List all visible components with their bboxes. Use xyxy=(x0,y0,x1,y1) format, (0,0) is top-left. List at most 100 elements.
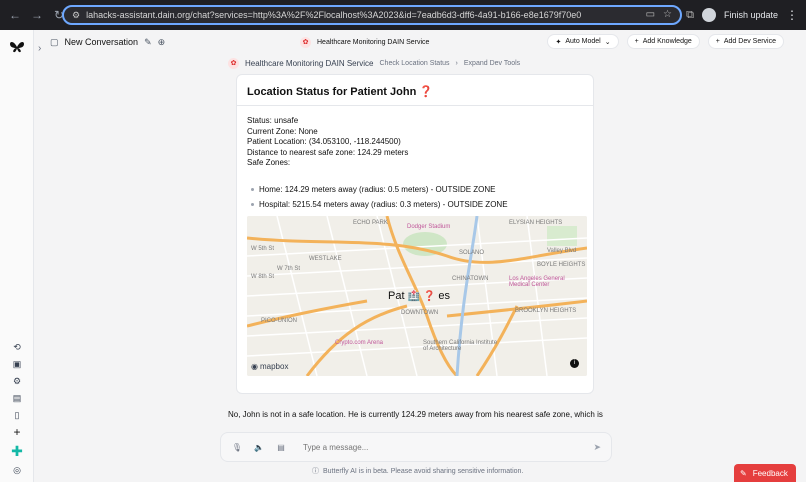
expand-dev-tools[interactable]: Expand Dev Tools xyxy=(464,60,520,67)
mapbox-logo[interactable]: ◉ mapbox xyxy=(251,362,288,371)
map-label: Valley Blvd xyxy=(547,248,577,254)
chevron-down-icon: ⌄ xyxy=(604,38,611,46)
back-icon[interactable]: ← xyxy=(6,6,24,24)
conversation-title-group: ▢ New Conversation ✎ ⊕ xyxy=(50,37,165,48)
plus-icon: + xyxy=(715,38,720,45)
map-label: SOLANO xyxy=(459,250,485,256)
chevron-right-icon[interactable]: › xyxy=(38,43,41,54)
plus-icon[interactable]: + xyxy=(12,426,22,438)
map-label: Los Angeles General Medical Center xyxy=(509,276,565,288)
map-label: CHINATOWN xyxy=(452,276,489,282)
map-label: BROOKLYN HEIGHTS xyxy=(515,308,577,314)
finish-update-label: Finish update xyxy=(723,10,778,20)
profile-avatar[interactable] xyxy=(701,8,716,22)
map-label: Dodger Stadium xyxy=(407,224,451,230)
location-map[interactable]: ECHO PARK Dodger Stadium SOLANO CHINATOW… xyxy=(247,216,587,376)
bullet-icon xyxy=(251,203,254,206)
map-label: W 5th St xyxy=(251,246,275,252)
patient-location-line: Patient Location: (34.053100, -118.24450… xyxy=(247,137,401,146)
add-knowledge-button[interactable]: + Add Knowledge xyxy=(626,34,700,49)
model-label: Auto Model xyxy=(565,38,601,45)
feedback-label: Feedback xyxy=(752,468,788,478)
add-dev-service-label: Add Dev Service xyxy=(723,38,776,45)
list-item: Hospital: 5215.54 meters away (radius: 0… xyxy=(251,200,508,209)
map-label: PICO-UNION xyxy=(261,318,297,324)
globe-icon[interactable]: ◎ xyxy=(12,465,22,475)
brand-cross-icon[interactable]: ✚ xyxy=(10,444,24,458)
status-details: Status: unsafe Current Zone: None Patien… xyxy=(247,116,408,169)
map-label: WESTLAKE xyxy=(309,256,342,262)
browser-toolbar: ← → ↻ ⚙ lahacks-assistant.dain.org/chat?… xyxy=(0,0,806,30)
chat-icon: ▢ xyxy=(50,36,59,47)
hospital-icon: 🏥 xyxy=(407,290,420,302)
marker-text: Pat xyxy=(388,290,405,302)
map-label: ECHO PARK xyxy=(353,220,388,226)
map-label: W 7th St xyxy=(277,266,301,272)
attach-file-icon[interactable]: ▤ xyxy=(275,441,287,453)
feedback-button[interactable]: ✎ Feedback xyxy=(734,464,796,482)
divider xyxy=(237,105,593,106)
mic-off-icon[interactable]: 🎙 xyxy=(231,441,243,453)
folder-icon[interactable]: ▣ xyxy=(12,359,22,369)
distance-line: Distance to nearest safe zone: 124.29 me… xyxy=(247,147,409,157)
zone-home: Home: 124.29 meters away (radius: 0.5 me… xyxy=(259,185,496,194)
extensions-icon[interactable]: ⧉ xyxy=(686,9,694,22)
map-label: Southern California Institute of Archite… xyxy=(423,340,498,352)
finish-update-button[interactable]: Finish update xyxy=(724,10,778,20)
mapbox-logo-icon: ◉ xyxy=(251,362,258,371)
status-line: Status: unsafe xyxy=(247,116,299,125)
star-icon[interactable]: ☆ xyxy=(663,9,672,20)
map-label: DOWNTOWN xyxy=(401,310,439,316)
history-icon[interactable]: ⟲ xyxy=(12,342,22,352)
site-info-icon[interactable]: ⚙ xyxy=(72,10,80,21)
top-header: ▢ New Conversation ✎ ⊕ ✿ Healthcare Moni… xyxy=(44,30,806,54)
beta-notice-text: Butterfly AI is in beta. Please avoid sh… xyxy=(323,467,524,475)
breadcrumb-step-check: Check Location Status xyxy=(379,60,450,67)
beta-notice: ⓘ Butterfly AI is in beta. Please avoid … xyxy=(312,466,523,476)
forward-icon[interactable]: → xyxy=(28,6,46,24)
url-text[interactable]: lahacks-assistant.dain.org/chat?services… xyxy=(86,10,581,20)
model-icon: ✦ xyxy=(555,38,562,46)
map-label: Crypto.com Arena xyxy=(335,340,384,346)
settings-icon[interactable]: ⚙ xyxy=(12,376,22,386)
safe-zones-heading: Safe Zones: xyxy=(247,158,291,167)
add-dev-service-button[interactable]: + Add Dev Service xyxy=(707,34,784,49)
service-logo-icon: ✿ xyxy=(228,58,239,69)
message-composer: 🎙 🔈 ▤ ➤ xyxy=(220,432,612,462)
send-icon[interactable]: ➤ xyxy=(593,442,601,453)
location-status-card: Location Status for Patient John ❓ Statu… xyxy=(236,74,594,394)
book-icon[interactable]: ▯ xyxy=(12,410,22,420)
model-selector[interactable]: ✦ Auto Model ⌄ xyxy=(547,34,619,49)
cast-icon[interactable]: ▭ xyxy=(646,9,655,20)
current-zone-line: Current Zone: None xyxy=(247,126,318,136)
breadcrumb-service: Healthcare Monitoring DAIN Service xyxy=(245,59,374,68)
add-knowledge-label: Add Knowledge xyxy=(642,38,692,45)
more-menu-icon[interactable]: ⋮ xyxy=(786,8,798,22)
marker-suffix: es xyxy=(438,290,451,302)
butterfly-logo-icon[interactable] xyxy=(9,40,25,54)
map-label: W 8th St xyxy=(251,274,275,280)
card-title: Location Status for Patient John ❓ xyxy=(247,86,434,98)
assistant-response: No, John is not in a safe location. He i… xyxy=(228,410,603,419)
clipboard-icon[interactable]: ▤ xyxy=(12,393,22,403)
patient-marker[interactable]: Pat 🏥 ❓ es xyxy=(388,290,450,302)
message-input[interactable] xyxy=(303,442,553,452)
edit-icon[interactable]: ✎ xyxy=(144,37,152,48)
zone-hospital: Hospital: 5215.54 meters away (radius: 0… xyxy=(259,200,508,209)
info-icon[interactable]: i xyxy=(570,359,579,368)
map-label: BOYLE HEIGHTS xyxy=(537,262,586,268)
conversation-title: New Conversation xyxy=(64,37,139,47)
new-chat-icon[interactable]: ⊕ xyxy=(158,37,166,48)
service-chip[interactable]: ✿ Healthcare Monitoring DAIN Service xyxy=(300,34,429,50)
map-label: ELYSIAN HEIGHTS xyxy=(509,220,563,226)
address-bar[interactable]: ⚙ lahacks-assistant.dain.org/chat?servic… xyxy=(62,5,682,25)
service-chip-label: Healthcare Monitoring DAIN Service xyxy=(317,38,430,46)
chevron-right-icon: › xyxy=(455,60,458,67)
tool-breadcrumb: ✿ Healthcare Monitoring DAIN Service Che… xyxy=(228,58,520,69)
speaker-off-icon[interactable]: 🔈 xyxy=(253,441,265,453)
left-rail: ⟲ ▣ ⚙ ▤ ▯ + ✚ ◎ xyxy=(0,30,34,482)
info-circle-icon: ⓘ xyxy=(312,468,319,475)
safe-zones-list: Home: 124.29 meters away (radius: 0.5 me… xyxy=(251,185,508,215)
list-item: Home: 124.29 meters away (radius: 0.5 me… xyxy=(251,185,508,194)
pen-icon: ✎ xyxy=(740,468,747,478)
